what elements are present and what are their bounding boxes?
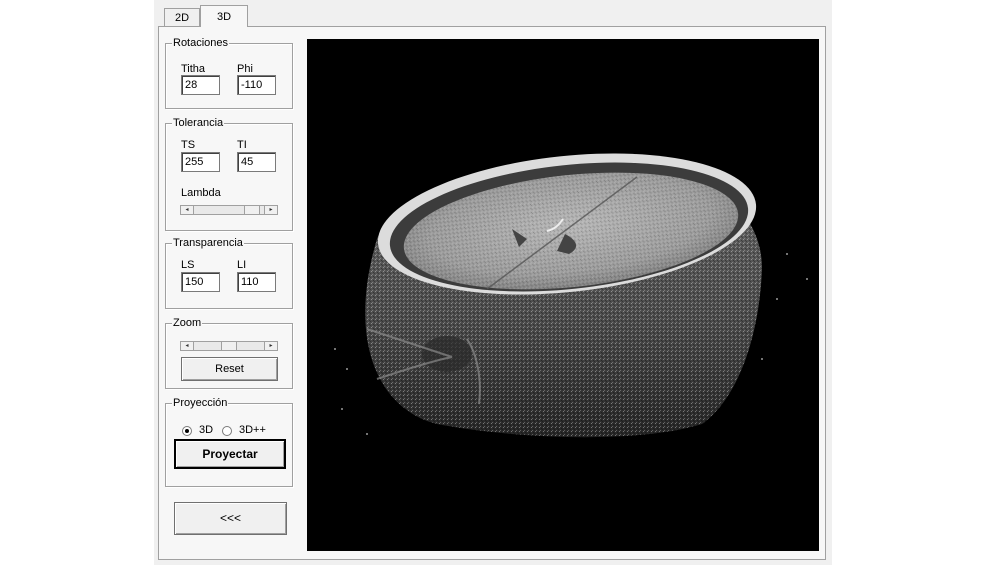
scroll-right-icon[interactable]: ▸ xyxy=(264,342,277,350)
tolerancia-title: Tolerancia xyxy=(172,117,225,130)
scroll-left-icon[interactable]: ◂ xyxy=(181,342,194,350)
radio-3d-label[interactable]: 3D xyxy=(199,424,213,437)
app-window: 2D 3D Rotaciones Titha Phi 28 -110 Toler… xyxy=(154,0,832,565)
proyeccion-group: Proyección 3D 3D++ Proyectar xyxy=(165,397,293,487)
radio-3dpp[interactable] xyxy=(222,426,232,436)
zoom-title: Zoom xyxy=(172,317,203,330)
rotaciones-title: Rotaciones xyxy=(172,37,230,50)
li-label: LI xyxy=(237,259,247,271)
rotaciones-group: Rotaciones Titha Phi 28 -110 xyxy=(165,37,293,109)
ti-input[interactable]: 45 xyxy=(237,152,276,172)
lambda-slider[interactable]: ◂ ▸ xyxy=(180,205,278,215)
ti-label: TI xyxy=(237,139,247,151)
li-input[interactable]: 110 xyxy=(237,272,276,292)
head-volume-render xyxy=(334,153,808,438)
face-shadow xyxy=(422,336,472,372)
lambda-label: Lambda xyxy=(181,187,221,199)
proyectar-button[interactable]: Proyectar xyxy=(174,439,286,469)
zoom-group: Zoom ◂ ▸ Reset xyxy=(165,317,293,389)
phi-input[interactable]: -110 xyxy=(237,75,276,95)
radio-3d[interactable] xyxy=(182,426,192,436)
tab-panel-3d: Rotaciones Titha Phi 28 -110 Tolerancia … xyxy=(158,26,826,560)
scroll-right-icon[interactable]: ▸ xyxy=(264,206,277,214)
tab-2d[interactable]: 2D xyxy=(164,8,200,26)
render-viewport[interactable] xyxy=(307,39,819,551)
tolerancia-group: Tolerancia TS TI 255 45 Lambda ◂ ▸ xyxy=(165,117,293,231)
scroll-left-icon[interactable]: ◂ xyxy=(181,206,194,214)
zoom-slider-thumb[interactable] xyxy=(221,342,237,350)
back-button[interactable]: <<< xyxy=(174,502,287,535)
reset-button[interactable]: Reset xyxy=(181,357,278,381)
ls-label: LS xyxy=(181,259,195,271)
proyeccion-title: Proyección xyxy=(172,397,229,410)
zoom-slider[interactable]: ◂ ▸ xyxy=(180,341,278,351)
transparencia-title: Transparencia xyxy=(172,237,244,250)
radio-3dpp-label[interactable]: 3D++ xyxy=(239,424,266,437)
lambda-slider-thumb[interactable] xyxy=(244,206,260,214)
ts-label: TS xyxy=(181,139,196,151)
transparencia-group: Transparencia LS LI 150 110 xyxy=(165,237,293,309)
titha-input[interactable]: 28 xyxy=(181,75,220,95)
radio-selected-dot xyxy=(185,429,189,433)
ts-input[interactable]: 255 xyxy=(181,152,220,172)
ls-input[interactable]: 150 xyxy=(181,272,220,292)
tab-3d[interactable]: 3D xyxy=(200,5,248,27)
